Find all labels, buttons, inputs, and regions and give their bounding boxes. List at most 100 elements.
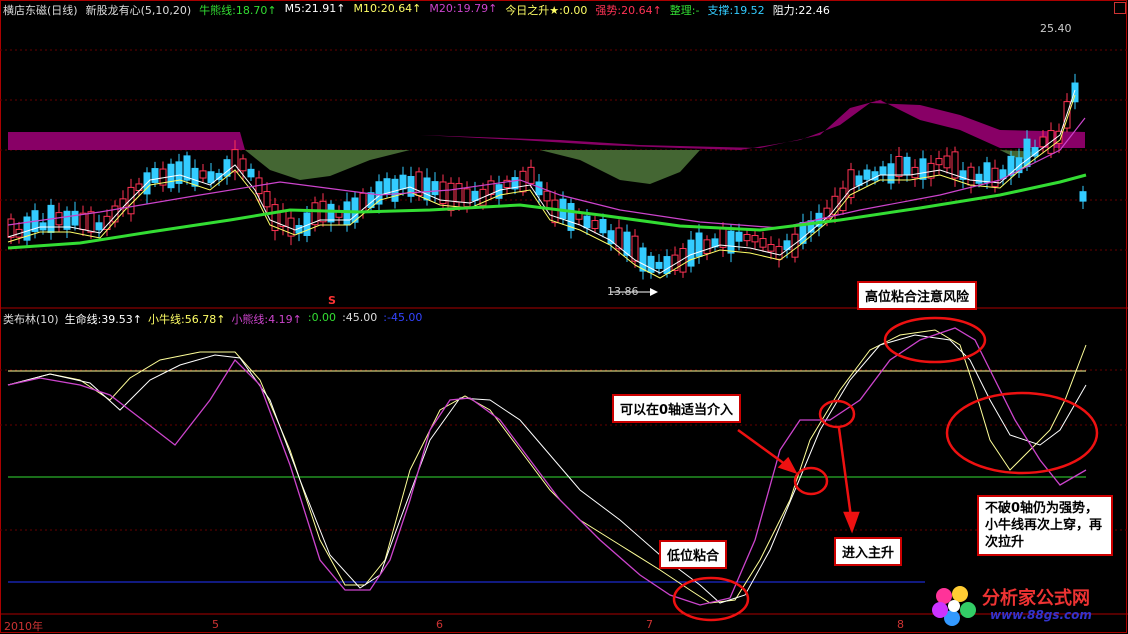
candle-body	[607, 230, 615, 245]
small-bear-line	[7, 327, 1087, 606]
candle-body	[751, 235, 759, 243]
candle-body	[487, 180, 495, 195]
life-line	[7, 334, 1087, 604]
ellipse-zero	[793, 466, 829, 496]
candle-body	[1079, 191, 1087, 202]
candle-body	[975, 173, 983, 184]
candle-body	[95, 222, 103, 231]
annotation-high-risk: 高位粘合注意风险	[857, 281, 978, 310]
niu-value: 牛熊线:18.70↑	[199, 4, 277, 17]
candle-body	[7, 218, 15, 238]
candle-body	[463, 188, 471, 207]
candle-body	[39, 222, 47, 231]
candle-body	[239, 158, 247, 172]
candle-body	[663, 256, 671, 274]
date-label-8: 8	[897, 618, 904, 631]
candle-body	[583, 215, 591, 229]
indicator-name[interactable]: 新股龙有心(5,10,20)	[86, 2, 192, 18]
candle-body	[655, 261, 663, 269]
watermark-logo: 分析家公式网 www.88gs.com	[930, 582, 1125, 630]
high-price-label: 25.40	[1040, 22, 1072, 35]
candle-body	[551, 199, 559, 224]
oscillator-lines	[7, 327, 1087, 606]
date-label-7: 7	[646, 618, 653, 631]
m20-value: M20:19.79↑	[429, 2, 498, 15]
candle-body	[383, 178, 391, 195]
candle-body	[767, 244, 775, 252]
main-header: 横店东磁(日线) 新股龙有心(5,10,20) 牛熊线:18.70↑ M5:21…	[3, 2, 838, 18]
small-bear-value: 小熊线:4.19↑	[231, 313, 302, 326]
m45-value: :-45.00	[383, 311, 423, 324]
sub-header: 类布林(10) 生命线:39.53↑ 小牛线:56.78↑ 小熊线:4.19↑ …	[3, 311, 428, 327]
stock-title[interactable]: 横店东磁(日线)	[3, 2, 78, 18]
arrow-main-head	[843, 511, 860, 534]
annotation-zero-entry: 可以在0轴适当介入	[612, 394, 742, 423]
candle-body	[191, 167, 199, 187]
strong-value: 强势:20.64↑	[595, 4, 662, 17]
candle-body	[591, 220, 599, 230]
candle-body	[199, 170, 207, 179]
low-pointer-head	[650, 288, 658, 296]
sell-marker: S	[328, 294, 336, 307]
candle-body	[895, 156, 903, 177]
annotation-marks	[672, 316, 1099, 622]
candle-body	[703, 239, 711, 254]
purple-cloud	[8, 100, 1085, 150]
watermark-url: www.88gs.com	[990, 608, 1092, 622]
candle-body	[399, 174, 407, 190]
small-bull-value: 小牛线:56.78↑	[148, 313, 226, 326]
m10-value: M10:20.64↑	[353, 2, 422, 15]
annotation-low-stick: 低位粘合	[659, 540, 728, 569]
candle-body	[79, 212, 87, 231]
life-line-value: 生命线:39.53↑	[64, 313, 143, 326]
candle-body	[151, 168, 159, 183]
candle-body	[1023, 138, 1031, 168]
m5-value: M5:21.91↑	[284, 2, 346, 15]
arrow-main-line	[837, 427, 853, 518]
candle-body	[431, 181, 439, 196]
p45-value: :45.00	[342, 311, 378, 324]
zero-value: :0.00	[307, 311, 337, 324]
annotation-main-rise: 进入主升	[834, 537, 903, 566]
candle-body	[327, 203, 335, 223]
candle-body	[543, 190, 551, 202]
candle-body	[231, 149, 239, 173]
ellipse-high	[883, 316, 987, 364]
watermark-cn: 分析家公式网	[982, 588, 1090, 609]
candle-body	[223, 159, 231, 177]
annotation-no-break: 不破0轴仍为强势，小牛线再次上穿，再次拉升	[977, 495, 1113, 556]
candle-body	[423, 177, 431, 201]
candle-body	[207, 171, 215, 184]
candle-body	[775, 246, 783, 260]
osc-name[interactable]: 类布林(10)	[3, 311, 59, 327]
candle-body	[727, 230, 735, 254]
panel-close-icon[interactable]	[1114, 2, 1126, 14]
consol-value: 整理:-	[669, 4, 700, 17]
candle-body	[863, 169, 871, 180]
candle-body	[983, 162, 991, 183]
candle-body	[759, 238, 767, 248]
candle-body	[471, 190, 479, 201]
candle-body	[455, 183, 463, 203]
candle-body	[527, 166, 535, 184]
candle-body	[119, 198, 127, 209]
candle-body	[247, 168, 255, 178]
resist-value: 阻力:22.46	[772, 4, 830, 17]
candle-body	[55, 212, 63, 226]
candle-body	[991, 167, 999, 187]
candle-body	[935, 158, 943, 166]
candle-body	[599, 219, 607, 234]
candle-body	[687, 239, 695, 267]
candle-body	[743, 233, 751, 242]
candle-body	[911, 166, 919, 179]
candle-body	[943, 155, 951, 169]
today-value: 今日之升★:0.00	[505, 4, 588, 17]
date-label-2010: 2010年	[4, 620, 43, 633]
candle-body	[1071, 82, 1079, 103]
candle-body	[879, 166, 887, 176]
candle-body	[719, 227, 727, 248]
low-price-label: 13.86	[607, 285, 639, 298]
support-value: 支撑:19.52	[707, 4, 765, 17]
candle-body	[87, 211, 95, 233]
flower-icon	[932, 586, 976, 626]
